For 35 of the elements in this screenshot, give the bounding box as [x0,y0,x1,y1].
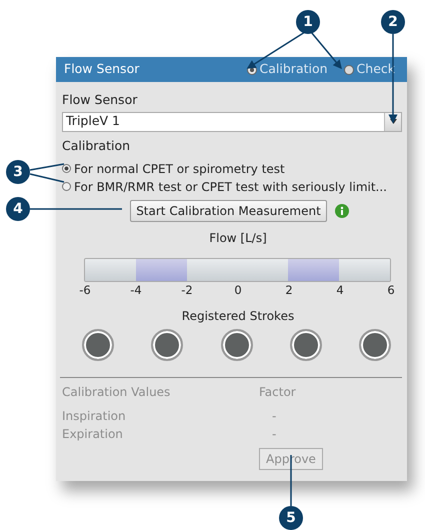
section-label: Registered Strokes [180,308,296,325]
tick-label: -4 [130,282,142,298]
info-icon[interactable] [334,204,349,218]
row-label: Expiration [62,426,124,443]
callout-number: 3 [6,160,30,184]
callout-number: 5 [279,506,303,530]
tick-label: 4 [335,282,345,298]
value-text: - [272,408,276,425]
section-label: Calibration [62,136,132,155]
window-title: Flow Sensor [64,60,140,78]
dropdown-arrow-icon [390,119,396,124]
start-measurement-button[interactable]: Start Calibration Measurement [130,200,327,222]
sensor-dropdown[interactable]: TripleV 1 [62,112,402,132]
column-header: Calibration Values [62,384,172,401]
radio-button[interactable] [62,182,71,191]
value-text: - [272,426,276,443]
radio-icon[interactable] [344,64,354,74]
leader-line [290,455,292,506]
tick-label: 0 [233,282,243,298]
radio-button[interactable] [62,164,71,173]
option-label[interactable]: For BMR/RMR test or CPET test with seriously limit... [74,178,387,196]
leader-line [30,173,64,183]
row-label: Inspiration [62,408,127,425]
tick-label: -2 [181,282,193,298]
column-header: Factor [259,384,296,401]
tick-label: 6 [386,282,396,298]
tick-label: 2 [284,282,294,298]
tick-label: -6 [79,282,91,298]
field-label: Flow Sensor [62,91,138,109]
callout-number: 2 [381,10,405,34]
option-label[interactable]: For normal CPET or spirometry test [74,160,285,178]
chart-title: Flow [L/s] [208,230,268,246]
callout-number: 1 [296,10,320,34]
leader-line [30,163,64,171]
callout-number: 4 [6,197,30,221]
